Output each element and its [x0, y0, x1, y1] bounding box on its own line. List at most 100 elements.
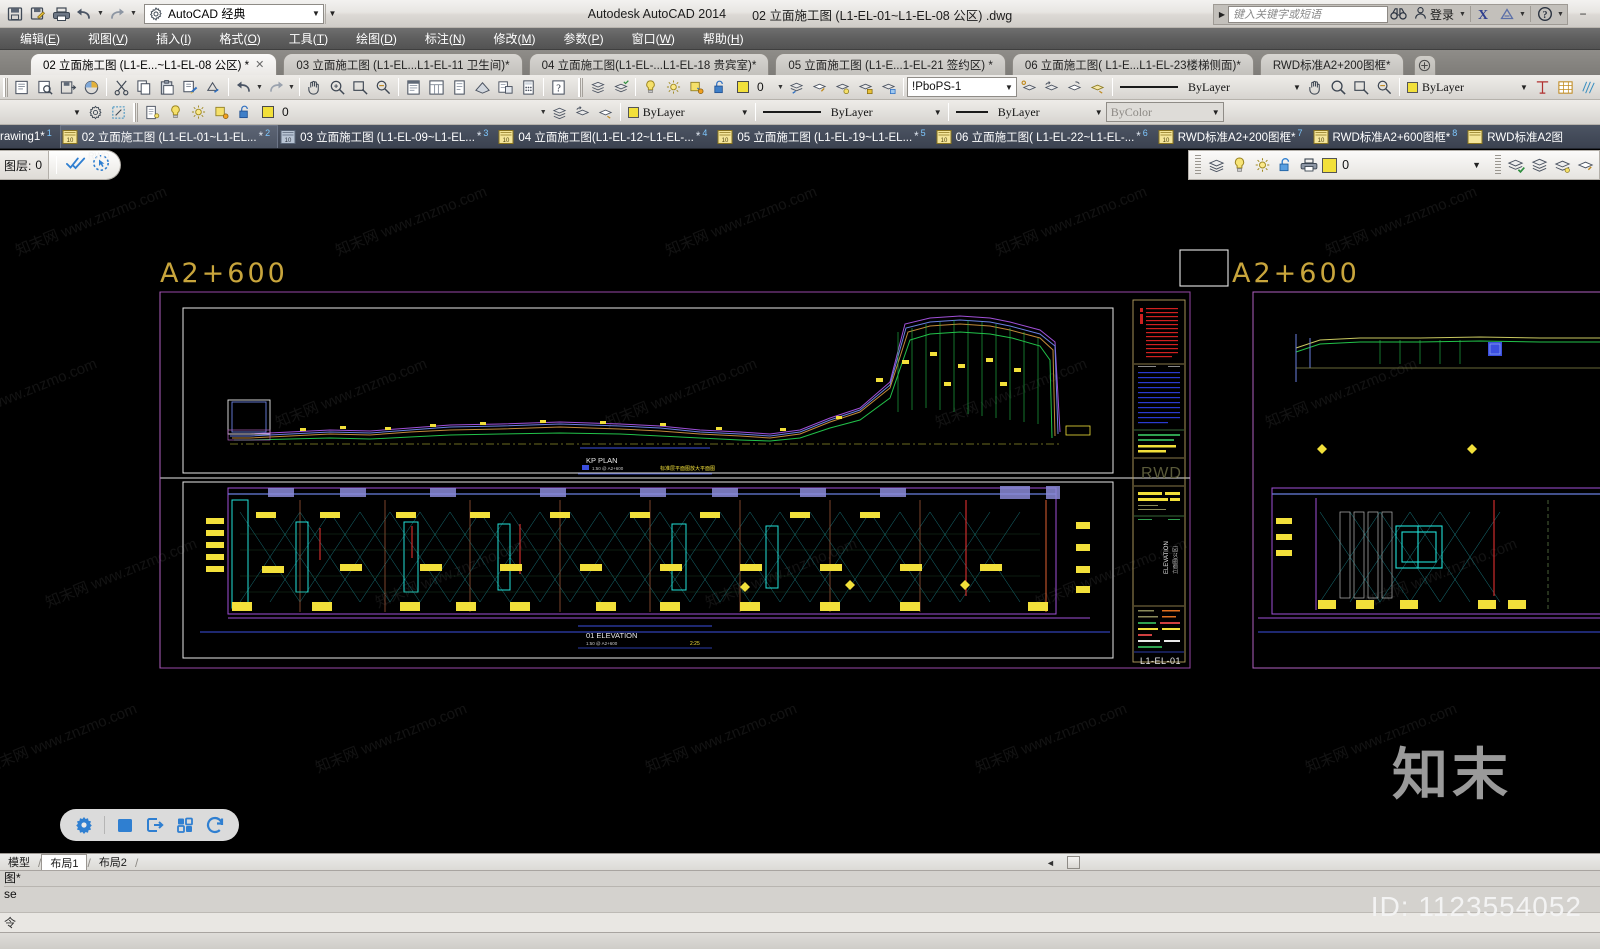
chevron-down-icon[interactable]: ▼: [70, 108, 84, 117]
autodesk-a-icon[interactable]: [1496, 4, 1518, 24]
layer-make-current-icon[interactable]: [594, 101, 617, 123]
help-toolbar-icon[interactable]: ?: [547, 76, 570, 98]
zoom-icon-2[interactable]: [1327, 76, 1350, 98]
pan-icon-2[interactable]: [1304, 76, 1327, 98]
sun-icon[interactable]: [662, 76, 685, 98]
unlock-icon[interactable]: [708, 76, 731, 98]
zoom-previous-icon-2[interactable]: [1373, 76, 1396, 98]
layer-state-icon[interactable]: [609, 76, 632, 98]
undo-dropdown-icon[interactable]: ▼: [96, 4, 105, 24]
drawing-tab-05[interactable]: 10 05 立面施工图 (L1-EL-19~L1-EL... * 5: [715, 125, 933, 148]
calculator-icon[interactable]: [517, 76, 540, 98]
block-editor-icon[interactable]: [202, 76, 225, 98]
matchprop-icon[interactable]: [179, 76, 202, 98]
dimstyle-manager-icon[interactable]: [84, 101, 107, 123]
layout-tab-layout1[interactable]: 布局1: [41, 854, 88, 870]
pan-hand-icon[interactable]: [303, 76, 326, 98]
menu-item-dimension[interactable]: 标注(N): [411, 28, 480, 50]
sun-icon-3[interactable]: [1251, 154, 1274, 176]
toolbar-grip[interactable]: [578, 77, 583, 97]
scroll-thumb[interactable]: [1067, 856, 1080, 869]
layer-walk-icon[interactable]: [1063, 76, 1086, 98]
plot-style-combo[interactable]: !PboPS-1 ▼: [907, 77, 1017, 97]
object-lineweight-combo[interactable]: ByLayer ▼: [994, 102, 1106, 122]
zoom-window-icon[interactable]: [349, 76, 372, 98]
toolbar-grip[interactable]: [3, 77, 8, 97]
drawing-tab-rwd-a2-200[interactable]: 10 RWD标准A2+200图框* 7: [1156, 125, 1311, 148]
open-icon[interactable]: [34, 76, 57, 98]
chevron-down-icon[interactable]: ▼: [309, 5, 323, 23]
object-linetype-combo[interactable]: ByLayer ▼: [827, 102, 945, 122]
drawing-tab-drawing1[interactable]: rawing1* 1: [0, 125, 60, 148]
menu-item-modify[interactable]: 修改(M): [480, 28, 550, 50]
layer-lock-icon[interactable]: [854, 76, 877, 98]
file-tab-05[interactable]: 05 立面施工图 (L1-E...1-EL-21 签约区) *: [775, 53, 1006, 75]
menu-item-view[interactable]: 视图(V): [74, 28, 142, 50]
paste-icon[interactable]: [156, 76, 179, 98]
minimize-button[interactable]: −: [1570, 2, 1596, 26]
infocenter-expand-icon[interactable]: ▶: [1216, 10, 1228, 19]
redo-dropdown-icon[interactable]: ▼: [129, 4, 138, 24]
menu-item-parametric[interactable]: 参数(P): [550, 28, 618, 50]
chevron-down-icon[interactable]: ▼: [1290, 83, 1304, 92]
drawing-tab-02[interactable]: 10 02 立面施工图 (L1-EL-01~L1-EL... * 2: [59, 125, 279, 148]
drawing-tab-03[interactable]: 10 03 立面施工图 (L1-EL-09~L1-EL... * 3: [278, 125, 496, 148]
freeze-icon[interactable]: [685, 76, 708, 98]
gear-blue-icon[interactable]: [70, 812, 98, 838]
search-input[interactable]: 键入关键字或短语: [1227, 5, 1388, 23]
undo-toolbar-dropdown-icon[interactable]: ▼: [255, 77, 264, 97]
lightbulb-icon[interactable]: [639, 76, 662, 98]
help-question-icon[interactable]: ?: [1534, 4, 1556, 24]
exchange-x-icon[interactable]: X: [1474, 4, 1496, 24]
save-icon[interactable]: [4, 3, 26, 25]
layer-color-swatch[interactable]: [731, 76, 754, 98]
export-icon[interactable]: [141, 812, 169, 838]
toolbar-grip[interactable]: [133, 102, 138, 122]
layer-dropdown-icon-2[interactable]: ▼: [539, 102, 548, 122]
sun-icon-2[interactable]: [187, 101, 210, 123]
cut-icon[interactable]: [110, 76, 133, 98]
chevron-down-icon[interactable]: ▼: [1462, 160, 1491, 170]
file-tab-03[interactable]: 03 立面施工图 (L1-EL...L1-EL-11 卫生间)*: [283, 53, 523, 75]
login-button[interactable]: 登录: [1410, 6, 1458, 23]
menu-item-edit[interactable]: 编辑(E): [6, 28, 74, 50]
layer-properties-manager-icon[interactable]: [586, 76, 609, 98]
chevron-down-icon[interactable]: ▼: [1092, 108, 1106, 117]
multileader-style-icon[interactable]: [107, 101, 130, 123]
save-as-icon[interactable]: [27, 3, 49, 25]
layer-state-check-icon[interactable]: [1505, 154, 1528, 176]
table-icon[interactable]: [1554, 76, 1577, 98]
help-dropdown-icon[interactable]: ▼: [1556, 11, 1565, 18]
file-tab-02[interactable]: 02 立面施工图 (L1-E...~L1-EL-08 公区) * ✕: [30, 53, 278, 75]
unlock-icon-3[interactable]: [1274, 154, 1297, 176]
layout-grid-icon[interactable]: [171, 812, 199, 838]
copy-icon[interactable]: [133, 76, 156, 98]
chevron-down-icon[interactable]: ▼: [1002, 83, 1016, 92]
layer-unlock-icon[interactable]: [877, 76, 900, 98]
workspace-selector[interactable]: AutoCAD 经典 ▼: [144, 3, 324, 24]
menu-item-format[interactable]: 格式(O): [205, 28, 274, 50]
double-check-icon[interactable]: [66, 155, 86, 176]
freeze-icon-2[interactable]: [210, 101, 233, 123]
zoom-realtime-icon[interactable]: [326, 76, 349, 98]
menu-item-tools[interactable]: 工具(T): [275, 28, 342, 50]
layout-tab-model[interactable]: 模型: [0, 854, 38, 870]
designcenter-icon[interactable]: [425, 76, 448, 98]
layer-color-swatch-3[interactable]: [1322, 157, 1338, 173]
hatch-icon[interactable]: [1577, 76, 1600, 98]
plot-toolbar-icon[interactable]: [80, 76, 103, 98]
drawing-tab-06[interactable]: 10 06 立面施工图( L1-EL-22~L1-EL-... * 6: [934, 125, 1156, 148]
layer-match-icon[interactable]: [785, 76, 808, 98]
object-color-combo[interactable]: ByLayer ▼: [624, 102, 752, 122]
drawing-tab-rwd-a2[interactable]: RWD标准A2图: [1465, 125, 1566, 148]
drawing-tab-rwd-a2-600[interactable]: 10 RWD标准A2+600图框* 8: [1311, 125, 1466, 148]
markup-set-icon[interactable]: [494, 76, 517, 98]
workspace-more-icon[interactable]: ▼: [325, 3, 339, 24]
layer-isolate-icon[interactable]: [808, 76, 831, 98]
layer-state-manager-icon[interactable]: [548, 101, 571, 123]
menu-item-window[interactable]: 窗口(W): [618, 28, 689, 50]
redo-toolbar-dropdown-icon[interactable]: ▼: [287, 77, 296, 97]
chevron-down-icon[interactable]: ▼: [1517, 83, 1531, 92]
properties-palette-icon[interactable]: [402, 76, 425, 98]
layer-list-dropdown-icon[interactable]: ▼: [776, 77, 785, 97]
